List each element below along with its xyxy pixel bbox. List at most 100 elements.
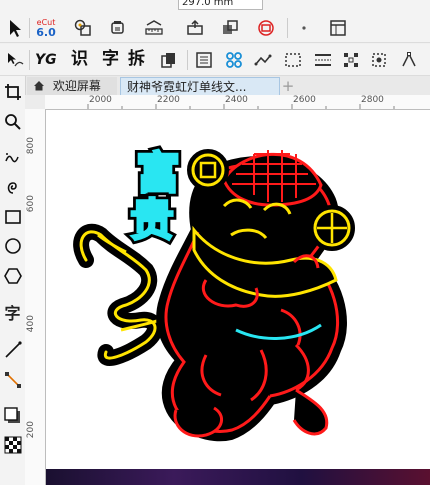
dash-button[interactable] xyxy=(281,48,305,72)
export-button[interactable] xyxy=(183,16,207,40)
ruler-tool-button[interactable] xyxy=(142,16,166,40)
ruler-top-label: 2800 xyxy=(361,95,384,105)
yg-label: YG xyxy=(35,52,57,68)
list-button[interactable] xyxy=(192,48,216,72)
calligraphy-char2: 贵 xyxy=(130,195,174,246)
grid-button[interactable] xyxy=(339,48,363,72)
curve-pointer-icon xyxy=(8,53,24,67)
freehand-icon xyxy=(4,153,19,163)
select-tool-button[interactable] xyxy=(3,16,27,40)
zoom-tool[interactable] xyxy=(1,110,24,134)
new-tab-label: + xyxy=(281,77,295,95)
tab-document[interactable]: 财神爷霓虹灯单线文... xyxy=(120,77,280,95)
connector-tool[interactable] xyxy=(1,368,24,392)
separator xyxy=(29,50,30,70)
ruler-top-label: 2200 xyxy=(157,95,180,105)
node-edit-button[interactable] xyxy=(397,48,421,72)
separator xyxy=(187,50,188,70)
grid-dots-icon xyxy=(344,53,358,67)
line-icon xyxy=(4,341,22,358)
neon-artwork[interactable]: 富 富 贵 贵 xyxy=(46,110,430,485)
freehand-tool[interactable] xyxy=(1,146,24,170)
fill-tool-button[interactable] xyxy=(106,16,130,40)
size-field-value: 297.0 mm xyxy=(182,0,234,8)
measure-icon xyxy=(145,20,163,35)
lines-button[interactable] xyxy=(311,48,335,72)
ruler-left-label: 600 xyxy=(26,195,36,213)
ecut-logo-button[interactable]: eCut 6.0 xyxy=(34,16,58,40)
separator xyxy=(29,18,30,38)
layers-icon xyxy=(223,20,238,34)
transparency-tool[interactable] xyxy=(1,433,24,457)
dots-icon xyxy=(302,26,306,30)
copy-icon xyxy=(161,53,175,68)
foot-left xyxy=(173,406,223,438)
weld-button[interactable] xyxy=(254,16,278,40)
hexagon-icon xyxy=(3,268,22,284)
calligraphy-char1: 富 xyxy=(136,148,180,199)
ecut-version-text: 6.0 xyxy=(36,26,56,39)
pattern-button[interactable] xyxy=(222,48,246,72)
ellipse-icon xyxy=(4,238,21,254)
split-label: 拆 xyxy=(128,49,145,69)
pointer-icon xyxy=(10,20,21,37)
spiral-icon xyxy=(7,182,17,194)
ruler-top-label: 2400 xyxy=(225,95,248,105)
ruler-corner xyxy=(25,95,46,110)
text-tool[interactable]: 字 xyxy=(1,300,24,324)
bucket-icon xyxy=(111,21,124,34)
list-icon xyxy=(196,52,212,68)
ruler-top-label: 2600 xyxy=(293,95,316,105)
copy-button[interactable] xyxy=(157,48,181,72)
coin-left-outline xyxy=(187,149,229,191)
bezier-tool[interactable] xyxy=(1,175,24,199)
recognize-label: 识 xyxy=(71,49,88,69)
ruler-left-label: 400 xyxy=(26,315,36,333)
text-tool-label: 字 xyxy=(4,304,21,323)
curve-tool-button[interactable] xyxy=(3,48,27,72)
connector-icon xyxy=(4,372,21,388)
ruler-left-label: 800 xyxy=(26,137,36,155)
recognize-button[interactable]: 识 xyxy=(71,47,88,71)
new-tab-button[interactable]: + xyxy=(280,77,296,95)
rectangle-tool[interactable] xyxy=(1,205,24,229)
line-tool[interactable] xyxy=(1,338,24,362)
path-button[interactable] xyxy=(251,48,275,72)
tab-welcome[interactable]: 欢迎屏幕 xyxy=(27,77,117,95)
checker-icon xyxy=(4,436,21,454)
pattern-icon xyxy=(226,52,242,68)
crop-tool[interactable] xyxy=(1,80,24,104)
home-icon xyxy=(33,78,45,91)
node-edit-icon xyxy=(402,52,416,67)
drawing-canvas[interactable]: 富 富 贵 贵 xyxy=(46,110,430,485)
table-button[interactable] xyxy=(326,16,350,40)
tab-welcome-label: 欢迎屏幕 xyxy=(52,79,101,93)
yg-button[interactable]: YG xyxy=(35,48,57,72)
ruler-top-label: 2000 xyxy=(89,95,112,105)
ruler-vertical: 800 600 400 200 xyxy=(25,109,46,485)
export-icon xyxy=(187,19,203,35)
polygon-tool[interactable] xyxy=(1,264,24,288)
char-button[interactable]: 字 xyxy=(102,47,119,71)
node-tool-button[interactable] xyxy=(71,16,95,40)
ruler-horizontal: 2000 2200 2400 2600 2800 xyxy=(45,95,430,110)
shadow-icon xyxy=(3,407,20,423)
arrange-button[interactable] xyxy=(218,16,242,40)
ellipse-tool[interactable] xyxy=(1,234,24,258)
background-image-strip xyxy=(46,469,430,485)
weld-icon xyxy=(258,20,274,36)
nodes-panel-button[interactable] xyxy=(292,16,316,40)
char-label: 字 xyxy=(102,49,119,69)
document-tabbar: 欢迎屏幕 财神爷霓虹灯单线文... + xyxy=(25,76,430,96)
rectangle-icon xyxy=(4,210,21,224)
dashed-rect-icon xyxy=(285,53,301,67)
split-button[interactable]: 拆 xyxy=(128,47,145,71)
table-icon xyxy=(330,20,346,36)
size-field[interactable]: 297.0 mm xyxy=(178,0,263,10)
tab-document-label: 财神爷霓虹灯单线文... xyxy=(127,80,247,94)
target-button[interactable] xyxy=(367,48,391,72)
shapes-icon xyxy=(74,19,91,36)
path-icon xyxy=(254,54,272,66)
lines-icon xyxy=(315,54,331,66)
shadow-tool[interactable] xyxy=(1,404,24,428)
